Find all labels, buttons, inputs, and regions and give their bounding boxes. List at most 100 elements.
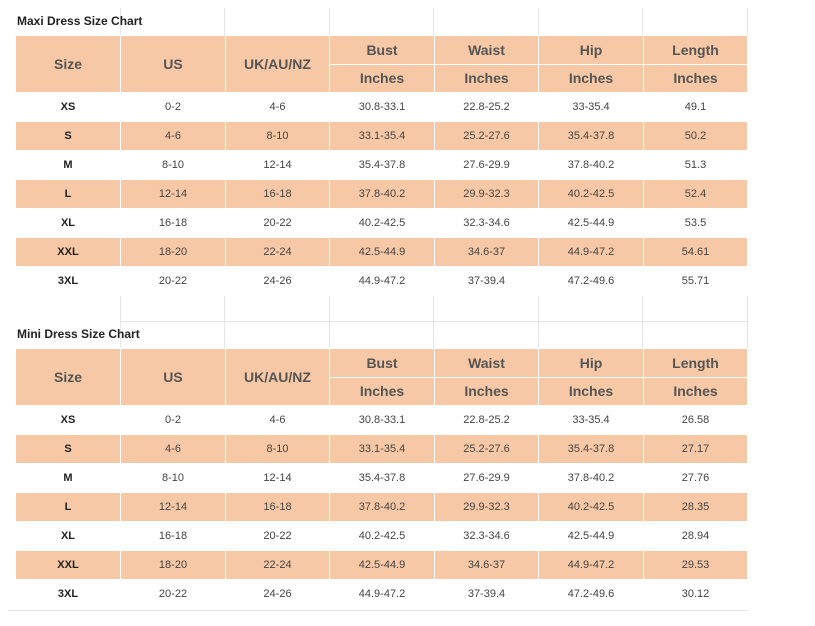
header-bust: Bust [329, 35, 435, 65]
waist-cell: 34.6-37 [434, 550, 539, 580]
us-cell: 12-14 [120, 179, 226, 209]
uk-cell: 16-18 [225, 492, 330, 522]
uk-cell: 4-6 [225, 92, 330, 122]
bust-cell: 42.5-44.9 [329, 550, 435, 580]
us-cell: 16-18 [120, 521, 226, 551]
bust-cell: 40.2-42.5 [329, 208, 435, 238]
hip-cell: 37.8-40.2 [538, 463, 644, 493]
maxi-size-chart: Maxi Dress Size Chart Size US UK/AU/NZ B… [15, 8, 748, 296]
length-cell: 26.58 [643, 405, 748, 435]
size-cell: 3XL [15, 266, 121, 296]
waist-cell: 37-39.4 [434, 579, 539, 609]
waist-cell: 25.2-27.6 [434, 434, 539, 464]
uk-cell: 12-14 [225, 150, 330, 180]
us-cell: 16-18 [120, 208, 226, 238]
table-row: XL 16-18 20-22 40.2-42.5 32.3-34.6 42.5-… [15, 521, 748, 551]
hip-cell: 33-35.4 [538, 92, 644, 122]
waist-cell: 22.8-25.2 [434, 405, 539, 435]
size-cell: 3XL [15, 579, 121, 609]
size-cell: L [15, 492, 121, 522]
size-cell: XS [15, 405, 121, 435]
header-length: Length [643, 348, 748, 378]
header-us: US [120, 348, 226, 406]
bust-cell: 40.2-42.5 [329, 521, 435, 551]
table-row: XS 0-2 4-6 30.8-33.1 22.8-25.2 33-35.4 2… [15, 405, 748, 435]
length-cell: 54.61 [643, 237, 748, 267]
header-unit: Inches [329, 63, 435, 93]
bust-cell: 35.4-37.8 [329, 150, 435, 180]
header-us: US [120, 35, 226, 93]
size-chart-page: Maxi Dress Size Chart Size US UK/AU/NZ B… [0, 0, 815, 626]
waist-cell: 29.9-32.3 [434, 179, 539, 209]
hip-cell: 40.2-42.5 [538, 492, 644, 522]
uk-cell: 20-22 [225, 208, 330, 238]
bust-cell: 30.8-33.1 [329, 405, 435, 435]
us-cell: 0-2 [120, 92, 226, 122]
mini-size-chart: Mini Dress Size Chart Size US UK/AU/NZ B… [15, 321, 748, 609]
size-cell: XL [15, 208, 121, 238]
size-cell: M [15, 150, 121, 180]
uk-cell: 8-10 [225, 121, 330, 151]
us-cell: 18-20 [120, 550, 226, 580]
header-unit: Inches [643, 376, 748, 406]
waist-cell: 29.9-32.3 [434, 492, 539, 522]
us-cell: 4-6 [120, 434, 226, 464]
header-size: Size [15, 348, 121, 406]
size-cell: XL [15, 521, 121, 551]
size-cell: L [15, 179, 121, 209]
bust-cell: 37.8-40.2 [329, 492, 435, 522]
us-cell: 20-22 [120, 579, 226, 609]
length-cell: 49.1 [643, 92, 748, 122]
length-cell: 27.17 [643, 434, 748, 464]
hip-cell: 44.9-47.2 [538, 237, 644, 267]
table-row: 3XL 20-22 24-26 44.9-47.2 37-39.4 47.2-4… [15, 266, 748, 296]
hip-cell: 47.2-49.6 [538, 266, 644, 296]
length-cell: 50.2 [643, 121, 748, 151]
hip-cell: 42.5-44.9 [538, 521, 644, 551]
header-hip: Hip [538, 348, 644, 378]
table-row: L 12-14 16-18 37.8-40.2 29.9-32.3 40.2-4… [15, 179, 748, 209]
hip-cell: 33-35.4 [538, 405, 644, 435]
header-unit: Inches [434, 63, 539, 93]
bust-cell: 35.4-37.8 [329, 463, 435, 493]
bust-cell: 30.8-33.1 [329, 92, 435, 122]
us-cell: 20-22 [120, 266, 226, 296]
us-cell: 0-2 [120, 405, 226, 435]
size-cell: S [15, 434, 121, 464]
header-unit: Inches [434, 376, 539, 406]
hip-cell: 44.9-47.2 [538, 550, 644, 580]
uk-cell: 8-10 [225, 434, 330, 464]
waist-cell: 37-39.4 [434, 266, 539, 296]
length-cell: 30.12 [643, 579, 748, 609]
us-cell: 18-20 [120, 237, 226, 267]
table-row: XXL 18-20 22-24 42.5-44.9 34.6-37 44.9-4… [15, 550, 748, 580]
waist-cell: 34.6-37 [434, 237, 539, 267]
size-cell: S [15, 121, 121, 151]
hip-cell: 40.2-42.5 [538, 179, 644, 209]
bust-cell: 42.5-44.9 [329, 237, 435, 267]
hip-cell: 42.5-44.9 [538, 208, 644, 238]
waist-cell: 32.3-34.6 [434, 208, 539, 238]
header-unit: Inches [538, 63, 644, 93]
size-cell: XS [15, 92, 121, 122]
waist-cell: 32.3-34.6 [434, 521, 539, 551]
header-unit: Inches [643, 63, 748, 93]
grid-line [8, 610, 748, 611]
mini-chart-title: Mini Dress Size Chart [17, 327, 140, 341]
header-size: Size [15, 35, 121, 93]
us-cell: 8-10 [120, 463, 226, 493]
maxi-chart-title: Maxi Dress Size Chart [17, 14, 143, 28]
us-cell: 4-6 [120, 121, 226, 151]
table-row: XS 0-2 4-6 30.8-33.1 22.8-25.2 33-35.4 4… [15, 92, 748, 122]
table-row: 3XL 20-22 24-26 44.9-47.2 37-39.4 47.2-4… [15, 579, 748, 609]
header-length: Length [643, 35, 748, 65]
mini-size-table: Size US UK/AU/NZ Bust Waist Hip Length I… [15, 348, 748, 609]
uk-cell: 22-24 [225, 550, 330, 580]
uk-cell: 4-6 [225, 405, 330, 435]
length-cell: 29.53 [643, 550, 748, 580]
waist-cell: 27.6-29.9 [434, 463, 539, 493]
length-cell: 55.71 [643, 266, 748, 296]
uk-cell: 24-26 [225, 266, 330, 296]
size-cell: XXL [15, 550, 121, 580]
table-row: S 4-6 8-10 33.1-35.4 25.2-27.6 35.4-37.8… [15, 121, 748, 151]
